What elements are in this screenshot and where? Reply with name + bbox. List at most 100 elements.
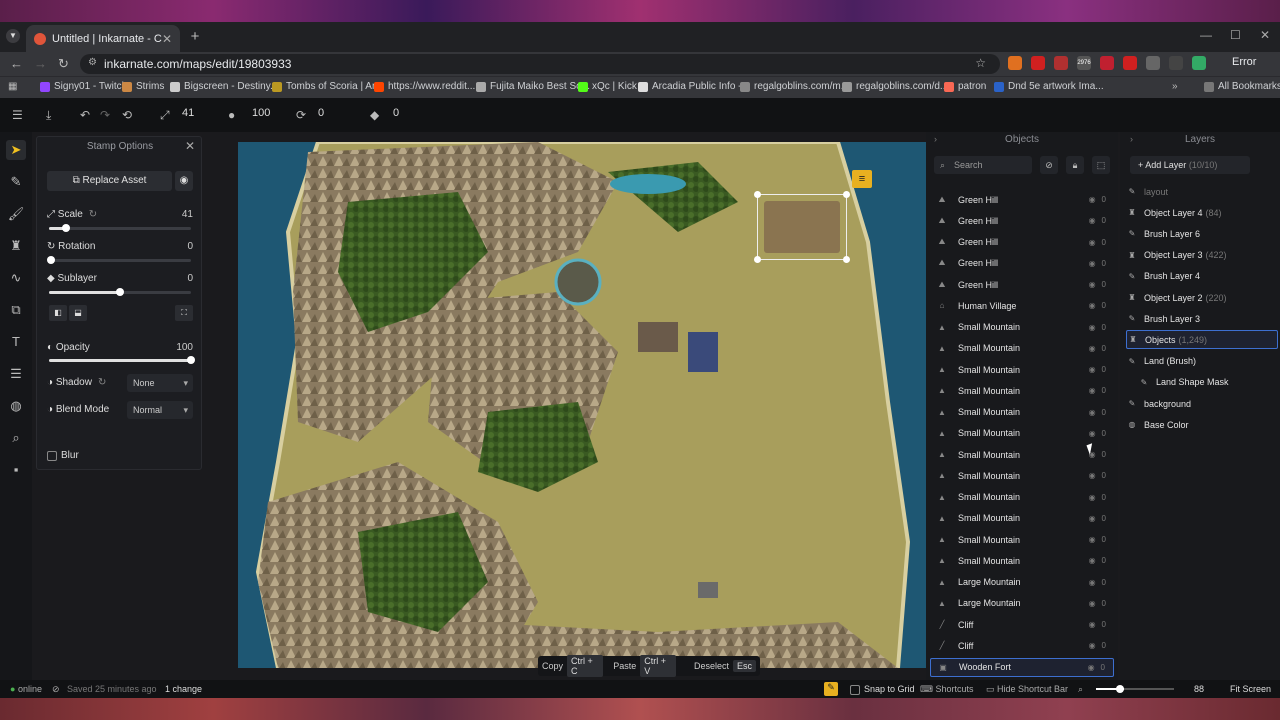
resize-handle[interactable] <box>754 191 761 198</box>
blend-mode-select[interactable]: Normal <box>127 401 193 419</box>
hide-shortcut-bar-button[interactable]: ▭ Hide Shortcut Bar <box>986 684 1068 695</box>
sublayer-slider-knob[interactable] <box>116 288 124 296</box>
error-button[interactable]: Error <box>1232 56 1256 68</box>
bookmark-item[interactable]: Tombs of Scoria | Ar... <box>272 81 383 92</box>
back-icon[interactable]: ← <box>10 56 23 71</box>
visibility-icon[interactable]: ◉ <box>1089 535 1096 544</box>
opacity-slider-knob[interactable] <box>187 356 195 364</box>
object-list-item[interactable]: ▲ Small Mountain ◉ 0 <box>930 381 1114 400</box>
globe-tool-icon[interactable]: ◍ <box>6 396 26 416</box>
bookmark-item[interactable]: Strims <box>122 81 164 92</box>
pencil-icon[interactable]: ✎ <box>824 682 838 696</box>
bookmark-item[interactable]: patron <box>944 81 986 92</box>
object-list-item[interactable]: ▲ Small Mountain ◉ 0 <box>930 339 1114 358</box>
select-tool-icon[interactable]: ➤ <box>6 140 26 160</box>
browser-tab[interactable]: Untitled | Inkarnate - Create Fa ✕ <box>26 25 180 52</box>
layer-item[interactable]: ✎ background <box>1126 394 1276 413</box>
url-field[interactable]: ⚙ inkarnate.com/maps/edit/19803933 ☆ <box>80 54 1000 74</box>
scale-value[interactable]: 41 <box>182 209 193 220</box>
bookmark-item[interactable]: Arcadia Public Info -... <box>638 81 750 92</box>
rotation-slider[interactable] <box>47 256 191 264</box>
rotation-value[interactable]: 0 <box>187 241 193 252</box>
close-window-icon[interactable]: ✕ <box>1260 28 1270 42</box>
select-all-icon[interactable]: ⬚ <box>1092 156 1110 174</box>
visibility-icon[interactable]: ◉ <box>1089 195 1096 204</box>
object-list-item[interactable]: ▲ Small Mountain ◉ 0 <box>930 488 1114 507</box>
objects-search-input[interactable]: ⌕ Search <box>934 156 1032 174</box>
layer-item[interactable]: ♜ Object Layer 3 (422) <box>1126 246 1276 265</box>
close-panel-icon[interactable]: ✕ <box>185 139 195 153</box>
visibility-icon[interactable]: ◉ <box>1089 216 1096 225</box>
layer-item[interactable]: ✎ Brush Layer 4 <box>1126 267 1276 286</box>
path-tool-icon[interactable]: ∿ <box>6 268 26 288</box>
close-tab-icon[interactable]: ✕ <box>162 32 172 46</box>
save-icon[interactable]: ▪ <box>6 460 26 480</box>
shadow-select[interactable]: None <box>127 374 193 392</box>
object-list-item[interactable]: ╱ Cliff ◉ 0 <box>930 636 1114 655</box>
opacity-value[interactable]: 100 <box>252 107 270 119</box>
visibility-icon[interactable]: ◉ <box>1088 663 1095 672</box>
forward-icon[interactable]: → <box>34 56 47 71</box>
extensions-puzzle-icon[interactable] <box>1146 56 1160 70</box>
maximize-icon[interactable]: ☐ <box>1230 28 1241 42</box>
layer-value[interactable]: 0 <box>393 107 399 119</box>
visibility-icon[interactable]: ◉ <box>1089 408 1096 417</box>
extension-icon[interactable] <box>1031 56 1045 70</box>
resize-handle[interactable] <box>754 256 761 263</box>
object-list-item[interactable]: ⛰ Green Hill ◉ 0 <box>930 275 1114 294</box>
visibility-icon[interactable]: ◉ <box>1089 514 1096 523</box>
paste-label[interactable]: Paste <box>613 661 636 671</box>
visibility-icon[interactable]: ◉ <box>1089 365 1096 374</box>
bookmark-item[interactable]: regalgoblins.com/m... <box>740 81 849 92</box>
object-list-item[interactable]: ▣ Wooden Fort ◉ 0 <box>930 657 1114 677</box>
tab-search-icon[interactable]: ▼ <box>6 29 20 43</box>
visibility-icon[interactable]: ◉ <box>1089 280 1096 289</box>
rotate-value[interactable]: 0 <box>318 107 324 119</box>
extension-icon[interactable] <box>1123 56 1137 70</box>
hamburger-menu-icon[interactable]: ☰ <box>12 108 23 122</box>
minimize-icon[interactable]: — <box>1200 28 1212 42</box>
layer-item[interactable]: ♜ Objects (1,249) <box>1126 330 1278 350</box>
sublayer-slider[interactable] <box>49 288 191 296</box>
bookmark-item[interactable]: xQc | Kick <box>578 81 637 92</box>
fit-screen-button[interactable]: Fit Screen <box>1230 684 1271 694</box>
replace-asset-button[interactable]: ⧉ Replace Asset <box>47 171 172 191</box>
object-list-item[interactable]: ▲ Small Mountain ◉ 0 <box>930 530 1114 549</box>
object-list-item[interactable]: ▲ Small Mountain ◉ 0 <box>930 403 1114 422</box>
object-list-item[interactable]: ▲ Small Mountain ◉ 0 <box>930 509 1114 528</box>
media-icon[interactable] <box>1169 56 1183 70</box>
layer-item[interactable]: ✎ Brush Layer 6 <box>1126 224 1276 243</box>
opacity-value[interactable]: 100 <box>176 342 193 353</box>
new-tab-icon[interactable]: + <box>186 28 204 46</box>
object-list-item[interactable]: ▲ Large Mountain ◉ 0 <box>930 594 1114 613</box>
reload-icon[interactable]: ↻ <box>58 56 69 72</box>
bookmark-item[interactable]: Fujita Maiko Best So... <box>476 81 590 92</box>
visibility-icon[interactable]: ◉ <box>1089 259 1096 268</box>
extension-icon[interactable] <box>1008 56 1022 70</box>
extension-icon[interactable] <box>1100 56 1114 70</box>
flip-horizontal-icon[interactable]: ◧ <box>49 305 67 321</box>
object-list-item[interactable]: ▲ Small Mountain ◉ 0 <box>930 466 1114 485</box>
visibility-icon[interactable]: ◉ <box>1089 323 1096 332</box>
sublayer-value[interactable]: 0 <box>187 273 193 284</box>
visibility-icon[interactable]: ◉ <box>1089 599 1096 608</box>
bookmark-item[interactable]: regalgoblins.com/d... <box>842 81 948 92</box>
map-notes-icon[interactable]: ≡ <box>852 170 872 188</box>
zoom-tool-icon[interactable]: ⌕ <box>6 428 26 448</box>
deselect-label[interactable]: Deselect <box>694 661 729 671</box>
flip-vertical-icon[interactable]: ⬓ <box>69 305 87 321</box>
visibility-icon[interactable]: ◉ <box>1089 641 1096 650</box>
visibility-icon[interactable]: ◉ <box>1089 344 1096 353</box>
size-value[interactable]: 41 <box>182 107 194 119</box>
visibility-icon[interactable]: ◉ <box>1089 429 1096 438</box>
paint-tool-icon[interactable]: ✎ <box>6 172 26 192</box>
stamp-tool-icon[interactable]: ♜ <box>6 236 26 256</box>
bookmark-item[interactable]: https://www.reddit.... <box>374 81 478 92</box>
redo-icon[interactable]: ↷ <box>100 108 110 122</box>
visibility-icon[interactable]: ◉ <box>1089 620 1096 629</box>
changes-count[interactable]: 1 change <box>165 684 202 694</box>
export-icon[interactable]: ⤓ <box>46 108 51 123</box>
visibility-icon[interactable]: ◉ <box>1089 301 1096 310</box>
zoom-slider[interactable] <box>1096 685 1174 693</box>
layer-item[interactable]: ♜ Object Layer 2 (220) <box>1126 288 1276 307</box>
